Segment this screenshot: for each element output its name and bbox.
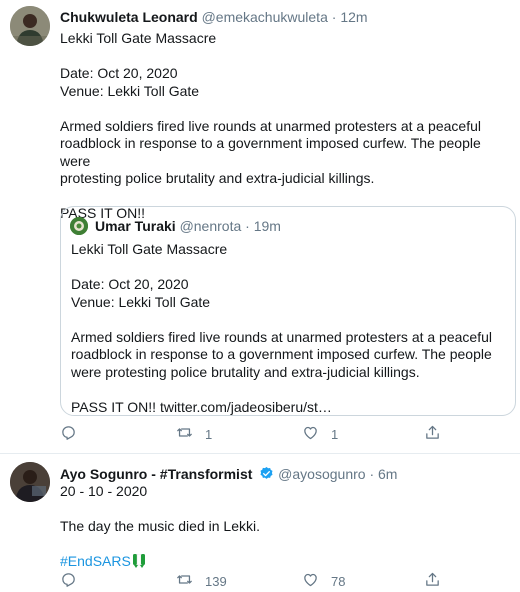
reply-icon (60, 424, 77, 444)
tweet-line (60, 188, 510, 206)
quoted-line: PASS IT ON!! twitter.com/jadeosiberu/st… (71, 398, 332, 415)
tweet-text: Lekki Toll Gate Massacre Date: Oct 20, 2… (60, 30, 510, 223)
retweet-icon (176, 571, 193, 591)
quoted-line: roadblock in response to a government im… (71, 346, 492, 362)
retweet-icon (176, 424, 193, 444)
tweet-header: Chukwuleta Leonard @emekachukwuleta · 12… (60, 8, 368, 26)
share-button[interactable] (424, 424, 441, 444)
user-handle[interactable]: @ayosogunro (278, 466, 365, 482)
tweet-line: Armed soldiers fired live rounds at unar… (60, 117, 481, 134)
tweet-line: protesting police brutality and extra-ju… (60, 170, 375, 186)
quoted-line: Lekki Toll Gate Massacre (71, 241, 228, 257)
avatar[interactable] (10, 6, 50, 46)
quoted-display-name: Umar Turaki (95, 218, 176, 234)
quoted-line: Armed soldiers fired live rounds at unar… (71, 328, 492, 345)
green-white-green-ribbon (132, 553, 145, 568)
reply-button[interactable] (60, 424, 89, 444)
tweet-line: roadblock in response to a government im… (60, 135, 481, 169)
quoted-line (71, 259, 507, 277)
retweet-button[interactable]: 139 (176, 571, 227, 591)
tweet-line (60, 48, 510, 66)
hashtag-link[interactable]: #EndSARS (60, 553, 131, 569)
tweet-line: 20 - 10 - 2020 (60, 483, 148, 499)
timestamp[interactable]: 12m (340, 9, 367, 25)
tweet-text: 20 - 10 - 2020 The day the music died in… (60, 483, 510, 571)
like-count: 1 (331, 426, 339, 442)
tweet-line: Date: Oct 20, 2020 (60, 65, 178, 81)
tweet[interactable]: Chukwuleta Leonard @emekachukwuleta · 12… (0, 0, 520, 454)
quoted-text: Lekki Toll Gate Massacre Date: Oct 20, 2… (71, 241, 507, 416)
quoted-tweet[interactable]: Umar Turaki @nenrota · 19m Lekki Toll Ga… (60, 206, 516, 416)
quoted-line: were protesting police brutality and ext… (71, 363, 420, 380)
share-icon (424, 424, 441, 444)
tweet[interactable]: Ayo Sogunro - #Transformist @ayosogunro … (0, 454, 520, 592)
separator: · (369, 466, 375, 482)
tweet-line (60, 501, 510, 519)
quoted-line (71, 311, 507, 329)
tweet-header: Ayo Sogunro - #Transformist @ayosogunro … (60, 465, 397, 483)
like-icon (302, 424, 319, 444)
quoted-header: Umar Turaki @nenrota · 19m (95, 217, 281, 235)
avatar[interactable] (10, 462, 50, 502)
like-button[interactable]: 1 (302, 424, 338, 444)
reply-icon (60, 571, 77, 591)
timestamp[interactable]: 6m (378, 466, 397, 482)
verified-icon (259, 466, 274, 481)
display-name[interactable]: Chukwuleta Leonard (60, 9, 198, 25)
tweet-line: Lekki Toll Gate Massacre (60, 30, 217, 46)
share-button[interactable] (424, 571, 441, 591)
quoted-line: Date: Oct 20, 2020 (71, 276, 189, 292)
separator: · (245, 218, 250, 234)
quoted-line (71, 381, 507, 399)
like-count: 78 (331, 573, 346, 589)
retweet-button[interactable]: 1 (176, 424, 212, 444)
tweet-actions: 139 78 (60, 571, 460, 591)
quoted-timestamp: 19m (253, 218, 281, 234)
tweet-line: The day the music died in Lekki. (60, 518, 260, 534)
separator: · (331, 9, 337, 25)
like-button[interactable]: 78 (302, 571, 345, 591)
quoted-user-handle: @nenrota (179, 218, 242, 234)
hashtag-line: #EndSARS (60, 553, 510, 571)
quoted-avatar (70, 217, 88, 235)
tweet-actions: 1 1 (60, 424, 460, 444)
tweet-line (60, 100, 510, 118)
quoted-line: Venue: Lekki Toll Gate (71, 293, 211, 310)
retweet-count: 1 (205, 426, 213, 442)
tweet-line: Venue: Lekki Toll Gate (60, 82, 200, 99)
retweet-count: 139 (205, 573, 227, 589)
tweet-line (60, 536, 510, 554)
display-name[interactable]: Ayo Sogunro - #Transformist (60, 466, 252, 482)
share-icon (424, 571, 441, 591)
user-handle[interactable]: @emekachukwuleta (202, 9, 328, 25)
reply-button[interactable] (60, 571, 89, 591)
like-icon (302, 571, 319, 591)
